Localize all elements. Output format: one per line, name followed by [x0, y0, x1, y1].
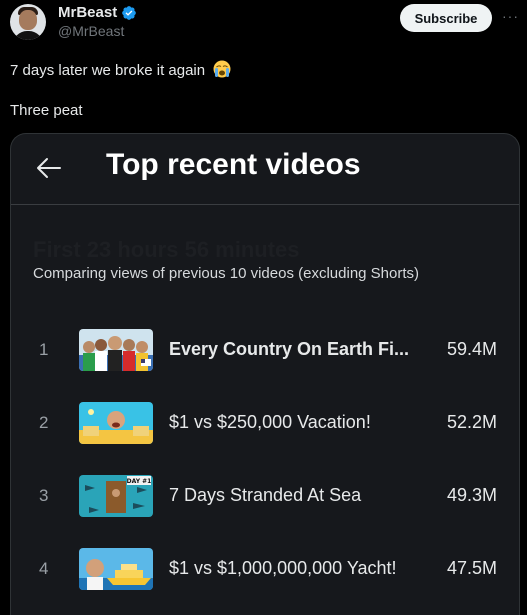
video-row[interactable]: 4 $1 vs $1,000,000,000 Yacht! 47.5M: [11, 545, 519, 593]
video-views: 49.3M: [446, 485, 497, 505]
video-rank: 2: [39, 413, 49, 432]
video-thumbnail[interactable]: [79, 548, 153, 590]
video-title[interactable]: 7 Days Stranded At Sea: [169, 485, 361, 506]
comparing-note: Comparing views of previous 10 videos (e…: [33, 265, 420, 282]
verified-badge-icon: [122, 5, 137, 20]
video-title[interactable]: Every Country On Earth Fi...: [169, 339, 409, 360]
video-row[interactable]: 1 Every Country On Earth Fi... 59.4M: [11, 326, 519, 374]
tweet-text: 7 days later we broke it again: [10, 62, 206, 79]
avatar[interactable]: [10, 4, 46, 40]
video-views: 47.5M: [446, 558, 497, 578]
card-subtitle: First 23 hours 56 minutes: [33, 237, 300, 262]
video-thumbnail[interactable]: [79, 329, 153, 371]
video-views: 52.2M: [446, 412, 497, 432]
author-handle[interactable]: @MrBeast: [58, 23, 124, 39]
video-rank: 4: [39, 559, 49, 578]
subscribe-button[interactable]: Subscribe: [400, 4, 492, 32]
video-thumbnail[interactable]: DAY #1: [79, 475, 153, 517]
video-rank: 1: [39, 340, 49, 359]
more-options-icon[interactable]: ···: [502, 8, 519, 24]
card-title: Top recent videos: [106, 148, 361, 181]
video-row[interactable]: 3 DAY #1 7 Days Stranded At Sea 49.3M: [11, 472, 519, 520]
video-title[interactable]: $1 vs $250,000 Vacation!: [169, 412, 371, 433]
video-title[interactable]: $1 vs $1,000,000,000 Yacht!: [169, 558, 397, 579]
tweet-text-line-2: Three peat: [10, 102, 83, 119]
author-name-row[interactable]: MrBeast: [58, 4, 137, 21]
loudly-crying-face-icon: [213, 60, 231, 78]
video-views: 59.4M: [446, 339, 497, 359]
video-rank: 3: [39, 486, 49, 505]
tweet-text-line-1: 7 days later we broke it again: [10, 60, 231, 79]
card-header: Top recent videos: [11, 134, 519, 205]
back-arrow-icon[interactable]: [35, 154, 63, 182]
media-card[interactable]: Top recent videos First 23 hours 56 minu…: [10, 133, 520, 615]
video-thumbnail[interactable]: [79, 402, 153, 444]
author-name[interactable]: MrBeast: [58, 4, 117, 21]
video-row[interactable]: 2 $1 vs $250,000 Vacation! 52.2M: [11, 399, 519, 447]
thumbnail-badge: DAY #1: [127, 478, 152, 485]
